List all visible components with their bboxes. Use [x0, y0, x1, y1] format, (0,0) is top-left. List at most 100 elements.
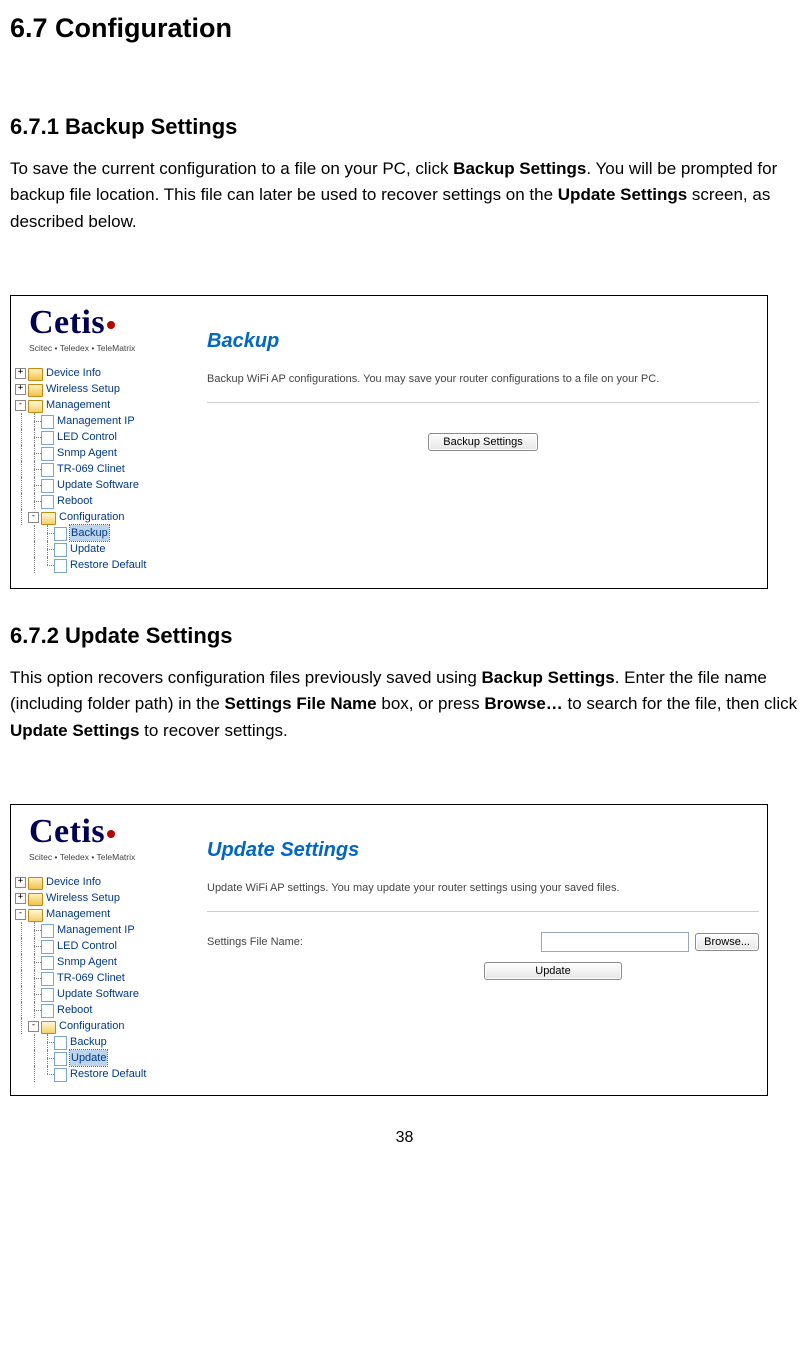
file-icon — [54, 1036, 67, 1050]
tree-label: Management — [46, 906, 110, 922]
folder-icon — [28, 384, 43, 397]
expand-icon[interactable]: + — [15, 368, 26, 379]
tree-label: Wireless Setup — [46, 381, 120, 397]
expand-icon[interactable]: + — [15, 877, 26, 888]
nav-tree: + Device Info + Wireless Setup - Management… — [11, 870, 203, 1092]
tree-label: Reboot — [57, 493, 92, 509]
text-bold: Backup Settings — [482, 668, 615, 687]
settings-filename-input[interactable] — [541, 932, 689, 952]
tree-item-wireless[interactable]: + Wireless Setup — [15, 381, 203, 397]
paragraph-backup: To save the current configuration to a f… — [10, 156, 799, 235]
file-icon — [41, 972, 54, 986]
tree-item-device-info[interactable]: +Device Info — [15, 365, 203, 381]
browse-button[interactable]: Browse... — [695, 933, 759, 951]
tree-item-reboot[interactable]: Reboot — [15, 1002, 203, 1018]
tree-label: LED Control — [57, 429, 117, 445]
page-number: 38 — [10, 1126, 799, 1151]
tree-item-restore[interactable]: Restore Default — [15, 557, 203, 573]
tree-label: LED Control — [57, 938, 117, 954]
subsection-heading-update: 6.7.2 Update Settings — [10, 619, 799, 653]
tree-label: Restore Default — [70, 1066, 146, 1082]
text-bold: Backup Settings — [453, 159, 586, 178]
tree-label-selected: Backup — [70, 525, 109, 541]
expand-icon[interactable]: + — [15, 384, 26, 395]
tree-label: Management — [46, 397, 110, 413]
text-bold: Update Settings — [558, 185, 687, 204]
screenshot-update: Cetis Scitec • Teledex • TeleMatrix +Dev… — [10, 804, 768, 1096]
tree-item-configuration[interactable]: -Configuration — [15, 509, 203, 525]
panel-title: Update Settings — [207, 835, 759, 866]
tree-item-update-sw[interactable]: Update Software — [15, 986, 203, 1002]
tree-label-selected: Update — [70, 1050, 107, 1066]
separator — [207, 911, 759, 912]
tree-item-update[interactable]: Update — [15, 1050, 203, 1066]
tree-item-led[interactable]: LED Control — [15, 429, 203, 445]
panel-description: Update WiFi AP settings. You may update … — [207, 880, 759, 897]
file-icon — [54, 527, 67, 541]
settings-filename-label: Settings File Name: — [207, 934, 303, 951]
file-icon — [41, 463, 54, 477]
file-icon — [54, 543, 67, 557]
text-bold: Browse… — [484, 694, 562, 713]
folder-icon — [28, 368, 43, 381]
tree-label: Update Software — [57, 477, 139, 493]
collapse-icon[interactable]: - — [28, 512, 39, 523]
tree-item-mgmt-ip[interactable]: Management IP — [15, 413, 203, 429]
tree-item-update[interactable]: Update — [15, 541, 203, 557]
text-bold: Update Settings — [10, 721, 139, 740]
file-icon — [41, 940, 54, 954]
text: box, or press — [377, 694, 485, 713]
tree-label: Snmp Agent — [57, 954, 117, 970]
logo-dot-icon — [107, 830, 115, 838]
text-bold: Settings File Name — [225, 694, 377, 713]
tree-item-configuration[interactable]: -Configuration — [15, 1018, 203, 1034]
logo-tagline: Scitec • Teledex • TeleMatrix — [29, 851, 191, 864]
collapse-icon[interactable]: - — [28, 1021, 39, 1032]
tree-item-update-sw[interactable]: Update Software — [15, 477, 203, 493]
tree-item-wireless[interactable]: + Wireless Setup — [15, 890, 203, 906]
folder-open-icon — [28, 400, 43, 413]
tree-label: Restore Default — [70, 557, 146, 573]
tree-label: Management IP — [57, 922, 135, 938]
tree-item-management[interactable]: - Management — [15, 397, 203, 413]
folder-open-icon — [41, 1021, 56, 1034]
nav-tree: +Device Info + Wireless Setup - Management… — [11, 361, 203, 583]
tree-item-led[interactable]: LED Control — [15, 938, 203, 954]
file-icon — [54, 1052, 67, 1066]
file-icon — [41, 431, 54, 445]
tree-item-management[interactable]: - Management — [15, 906, 203, 922]
tree-item-tr069[interactable]: TR-069 Clinet — [15, 970, 203, 986]
expand-icon[interactable]: + — [15, 893, 26, 904]
logo-text: Cetis — [29, 304, 105, 341]
backup-settings-button[interactable]: Backup Settings — [428, 433, 538, 451]
collapse-icon[interactable]: - — [15, 909, 26, 920]
file-icon — [41, 415, 54, 429]
update-button[interactable]: Update — [484, 962, 621, 980]
tree-item-mgmt-ip[interactable]: Management IP — [15, 922, 203, 938]
collapse-icon[interactable]: - — [15, 400, 26, 411]
tree-label: Wireless Setup — [46, 890, 120, 906]
tree-item-device-info[interactable]: + Device Info — [15, 874, 203, 890]
file-icon — [41, 1004, 54, 1018]
panel-description: Backup WiFi AP configurations. You may s… — [207, 371, 759, 388]
tree-item-tr069[interactable]: TR-069 Clinet — [15, 461, 203, 477]
tree-label: Device Info — [46, 874, 101, 890]
file-icon — [41, 956, 54, 970]
folder-open-icon — [41, 512, 56, 525]
screenshot-backup: Cetis Scitec • Teledex • TeleMatrix +Dev… — [10, 295, 768, 589]
tree-label: TR-069 Clinet — [57, 970, 125, 986]
logo-dot-icon — [107, 321, 115, 329]
tree-item-backup[interactable]: Backup — [15, 525, 203, 541]
tree-item-reboot[interactable]: Reboot — [15, 493, 203, 509]
subsection-heading-backup: 6.7.1 Backup Settings — [10, 110, 799, 144]
tree-item-restore[interactable]: Restore Default — [15, 1066, 203, 1082]
section-heading: 6.7 Configuration — [10, 8, 799, 50]
tree-item-backup[interactable]: Backup — [15, 1034, 203, 1050]
folder-icon — [28, 893, 43, 906]
folder-icon — [28, 877, 43, 890]
separator — [207, 402, 759, 403]
tree-item-snmp[interactable]: Snmp Agent — [15, 954, 203, 970]
tree-label: Management IP — [57, 413, 135, 429]
tree-item-snmp[interactable]: Snmp Agent — [15, 445, 203, 461]
paragraph-update: This option recovers configuration files… — [10, 665, 799, 744]
